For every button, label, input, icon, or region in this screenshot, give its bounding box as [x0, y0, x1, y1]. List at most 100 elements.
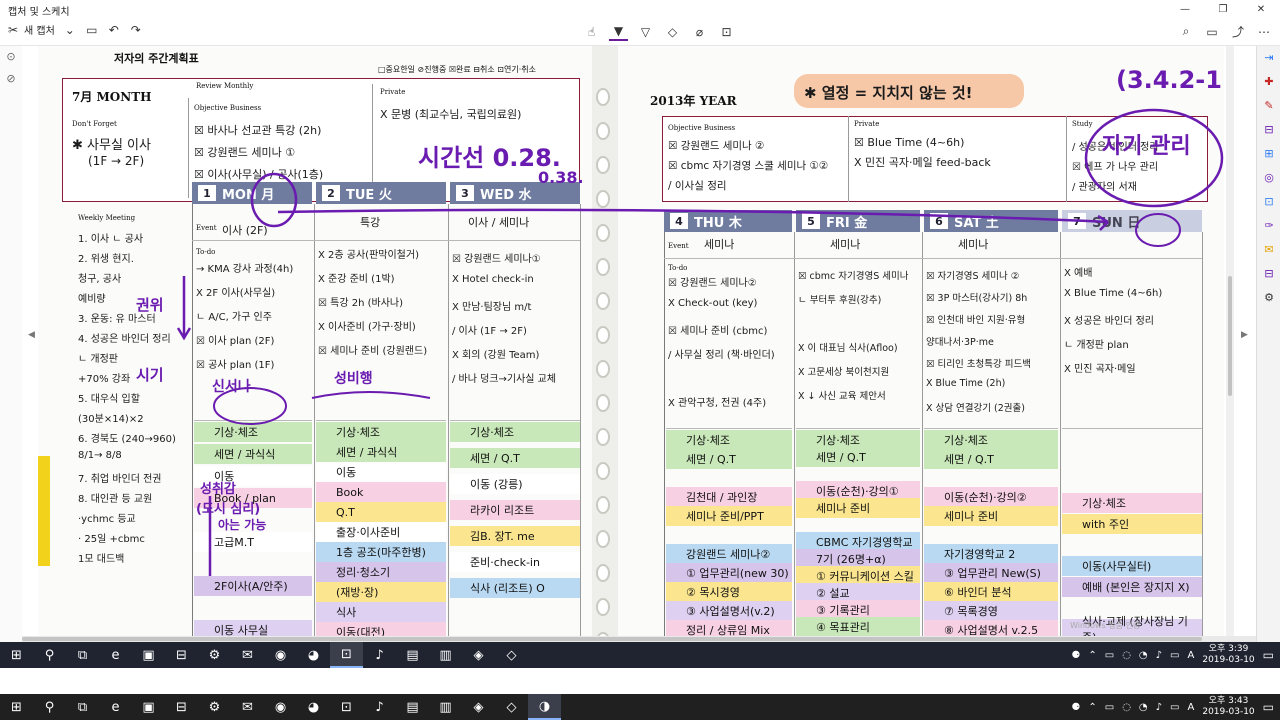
meeting-item: · 25일 +cbmc	[78, 534, 145, 545]
tray-icon[interactable]: ♪	[1156, 702, 1162, 713]
taskbar-app-icon[interactable]: ⚙	[198, 642, 231, 668]
taskbar-app-icon[interactable]: ▣	[132, 694, 165, 720]
taskbar-app-icon[interactable]: ♪	[363, 694, 396, 720]
minimize-button[interactable]: —	[1166, 0, 1204, 18]
taskbar-app-icon[interactable]: ◉	[264, 642, 297, 668]
eraser-icon[interactable]: ⌀	[690, 22, 709, 41]
tray-icon[interactable]: ▭	[1170, 650, 1179, 661]
taskbar-app-icon[interactable]: ⧉	[66, 642, 99, 668]
taskbar-app-icon[interactable]: ◕	[297, 642, 330, 668]
objective-item-right: ☒ cbmc 자기경영 스쿨 세미나 ①②	[668, 160, 829, 172]
taskbar-app-icon[interactable]: ⧉	[66, 694, 99, 720]
schedule-entry: 라카이 리조트	[450, 500, 580, 520]
tray-icon[interactable]: ▭	[1105, 702, 1114, 713]
schedule-entry: 이동	[316, 462, 446, 482]
schedule-entry: 고급M.T	[194, 532, 312, 552]
side-panel-icon[interactable]: ⊞	[1257, 142, 1280, 166]
tray-icon[interactable]: ◌	[1122, 702, 1131, 713]
taskbar-app-icon[interactable]: ▥	[429, 642, 462, 668]
taskbar-app-icon[interactable]: ♪	[363, 642, 396, 668]
taskbar-app-icon[interactable]: ⊡	[330, 694, 363, 720]
meeting-item: 2. 위생 현지.	[78, 254, 134, 265]
taskbar-app-icon[interactable]: ⚲	[33, 642, 66, 668]
taskbar-app-icon[interactable]: ✉	[231, 694, 264, 720]
schedule-entry: 이동(순천)·강의②	[924, 487, 1058, 507]
save-icon[interactable]: ▭	[1202, 22, 1222, 41]
notification-icon[interactable]: ▭	[1263, 648, 1274, 662]
taskbar-app-icon[interactable]: ⊞	[0, 694, 33, 720]
side-panel-icon[interactable]: ✎	[1257, 94, 1280, 118]
close-button[interactable]: ✕	[1242, 0, 1280, 18]
side-panel-icon[interactable]: ⇥	[1257, 46, 1280, 70]
undo-icon[interactable]: ↶	[107, 23, 121, 37]
side-panel-icon[interactable]: ⊡	[1257, 190, 1280, 214]
taskbar-app-icon[interactable]: ◈	[462, 642, 495, 668]
side-panel-icon[interactable]: ✑	[1257, 214, 1280, 238]
taskbar-app-icon[interactable]: ▣	[132, 642, 165, 668]
taskbar-app-icon[interactable]: ⊡	[330, 642, 363, 668]
tray-icon[interactable]: ▭	[1105, 650, 1114, 661]
tray-icon[interactable]: ⌃	[1088, 702, 1096, 713]
taskbar-app-icon[interactable]: ⊟	[165, 694, 198, 720]
ink-note-top2: 0.38.	[538, 168, 584, 187]
tray-icon[interactable]: A	[1188, 650, 1195, 661]
folder-icon[interactable]: ▭	[85, 23, 99, 37]
scroll-right-icon[interactable]: ▶	[1241, 330, 1248, 340]
redo-icon[interactable]: ↷	[129, 23, 143, 37]
tray-icon[interactable]: ◔	[1139, 650, 1148, 661]
crop-icon[interactable]: ⊡	[717, 22, 736, 41]
taskbar-clock[interactable]: 오후 3:39 2019-03-10	[1202, 644, 1254, 666]
touch-writing-icon[interactable]: ☝	[582, 22, 601, 41]
taskbar-app-icon[interactable]: ✉	[231, 642, 264, 668]
schedule-entry: 기상·체조	[316, 422, 446, 442]
taskbar-app-icon[interactable]: ▤	[396, 694, 429, 720]
taskbar-app-icon[interactable]: ◕	[297, 694, 330, 720]
taskbar-app-icon[interactable]: ⚲	[33, 694, 66, 720]
taskbar-app-icon[interactable]: e	[99, 694, 132, 720]
scroll-thumb[interactable]	[22, 637, 1202, 641]
tray-icon[interactable]: A	[1188, 702, 1195, 713]
new-capture-button[interactable]: ✂ 새 캡처	[6, 22, 55, 38]
tray-icon[interactable]: ◔	[1139, 702, 1148, 713]
taskbar-clock[interactable]: 오후 3:43 2019-03-10	[1202, 696, 1254, 718]
side-panel-icon[interactable]: ⚙	[1257, 286, 1280, 310]
link-icon[interactable]: ⊘	[0, 68, 22, 90]
side-panel-icon[interactable]: ⊟	[1257, 262, 1280, 286]
zoom-icon[interactable]: ⌕	[1176, 22, 1196, 41]
pencil-icon[interactable]: ▽	[636, 22, 655, 41]
taskbar-app-icon[interactable]: ◈	[462, 694, 495, 720]
notification-icon[interactable]: ▭	[1263, 700, 1274, 714]
taskbar-app-icon[interactable]: ⊟	[165, 642, 198, 668]
taskbar-app-icon[interactable]: e	[99, 642, 132, 668]
tray-icon[interactable]: ♪	[1156, 650, 1162, 661]
tray-icon[interactable]: ▭	[1170, 702, 1179, 713]
taskbar-app-icon[interactable]: ◇	[495, 694, 528, 720]
tray-icon[interactable]: ◌	[1122, 650, 1131, 661]
side-panel-icon[interactable]: ⊟	[1257, 118, 1280, 142]
more-icon[interactable]: ⋯	[1254, 22, 1274, 41]
scroll-thumb[interactable]	[1228, 276, 1232, 396]
scroll-left-icon[interactable]: ◀	[28, 330, 35, 340]
side-panel-icon[interactable]: ✉	[1257, 238, 1280, 262]
history-icon[interactable]: ⊙	[0, 46, 22, 68]
chevron-down-icon[interactable]: ⌄	[63, 23, 77, 37]
maximize-button[interactable]: ❐	[1204, 0, 1242, 18]
ballpoint-pen-icon[interactable]: ▼	[609, 22, 628, 41]
taskbar-app-icon[interactable]: ⚙	[198, 694, 231, 720]
taskbar-app-icon[interactable]: ▥	[429, 694, 462, 720]
vertical-scrollbar[interactable]	[1226, 46, 1234, 636]
tray-icon[interactable]: ⚈	[1071, 702, 1080, 713]
tray-icon[interactable]: ⚈	[1071, 650, 1080, 661]
side-panel-icon[interactable]: ◎	[1257, 166, 1280, 190]
taskbar-app-icon[interactable]: ◇	[495, 642, 528, 668]
taskbar-app-icon[interactable]: ◉	[264, 694, 297, 720]
taskbar-app-icon[interactable]: ⊞	[0, 642, 33, 668]
side-panel-icon[interactable]: ✚	[1257, 70, 1280, 94]
tray-icon[interactable]: ⌃	[1088, 650, 1096, 661]
taskbar-app-icon[interactable]: ▤	[396, 642, 429, 668]
taskbar-app-icon[interactable]: ◑	[528, 694, 561, 720]
highlighter-icon[interactable]: ◇	[663, 22, 682, 41]
captured-image[interactable]: 저자의 주간계획표 □중요한일 ⊘진행중 ☒완료 ⊟취소 ⊡연기·취소 7月 M…	[38, 46, 1224, 642]
todo-label-right: To-do	[668, 264, 688, 272]
share-icon[interactable]: ⤴	[1228, 22, 1248, 41]
